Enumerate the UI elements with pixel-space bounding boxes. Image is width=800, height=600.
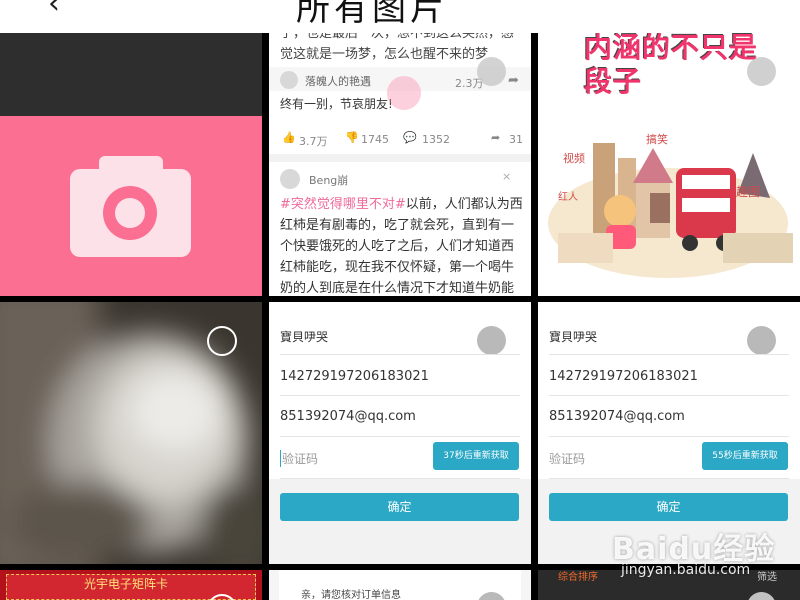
select-circle[interactable] — [207, 326, 237, 356]
filter-tab: 筛选 — [757, 572, 777, 583]
tag-red: 红人 — [558, 192, 578, 203]
image-thumb-comic[interactable]: 内涵的不只是段子 视频 搞笑 红人 趣图 — [538, 33, 800, 296]
resend-code-button[interactable]: 55秒后重新获取 — [702, 442, 788, 470]
dislike-icon: 👎 — [345, 131, 359, 144]
comment-icon: 💬 — [403, 131, 417, 144]
code-input[interactable]: 验证码 — [280, 450, 382, 467]
author-avatar — [280, 169, 300, 189]
id-number-field: 142729197206183021 — [280, 369, 429, 384]
top-bar: ‹ 所有图片 — [0, 0, 800, 33]
comic-headline: 内涵的不只是段子 — [584, 33, 759, 98]
dislike-count: 1745 — [361, 133, 389, 146]
image-thumb-banner[interactable]: 光宇电子矩阵卡 — [0, 570, 262, 600]
select-circle[interactable] — [747, 326, 776, 355]
confirm-button[interactable]: 确定 — [549, 493, 788, 521]
confirm-button[interactable]: 确定 — [280, 493, 519, 521]
camera-tile[interactable] — [0, 33, 262, 296]
share-count: 31 — [509, 133, 523, 146]
comment-author: 落魄人的艳遇 — [305, 75, 371, 88]
comment-count: 1352 — [422, 133, 450, 146]
share-icon-2: ➦ — [491, 131, 501, 144]
order-prompt: 亲，请您核对订单信息 — [301, 590, 401, 600]
image-thumb-order[interactable]: 亲，请您核对订单信息 — [269, 570, 531, 600]
post-body: #突然觉得哪里不对#以前，人们都认为西红柿是有剧毒的，吃了就会死，直到有一个快要… — [280, 194, 525, 296]
comment-text: 终有一别，节哀朋友! — [280, 97, 393, 111]
page-title: 所有图片 — [296, 0, 448, 29]
email-field: 851392074@qq.com — [549, 409, 685, 424]
close-icon[interactable]: × — [502, 170, 511, 183]
camera-tile-top — [0, 33, 262, 116]
email-field: 851392074@qq.com — [280, 409, 416, 424]
post-hashtag: #突然觉得哪里不对# — [280, 197, 406, 212]
select-circle[interactable] — [477, 57, 506, 86]
image-thumb-post[interactable]: 子，也是最后一次，想不到这么突然，感觉这就是一场梦，怎么也醒不来的梦 落魄人的艳… — [269, 33, 531, 296]
banner-title: 光宇电子矩阵卡 — [84, 577, 169, 591]
watermark-url: jingyan.baidu.com — [621, 562, 751, 578]
image-thumb-photo[interactable] — [0, 302, 262, 564]
avatar — [280, 71, 298, 89]
select-circle[interactable] — [747, 57, 776, 86]
tag-video: 视频 — [563, 152, 585, 165]
like-icon: 👍 — [282, 131, 296, 144]
resend-code-button[interactable]: 37秒后重新获取 — [433, 442, 519, 470]
share-icon: ➦ — [508, 73, 519, 88]
back-button[interactable]: ‹ — [48, 0, 60, 21]
id-number-field: 142729197206183021 — [549, 369, 698, 384]
like-count: 3.7万 — [299, 135, 328, 148]
select-circle[interactable] — [477, 326, 506, 355]
sort-tab: 综合排序 — [558, 572, 598, 583]
tag-joke: 搞笑 — [646, 133, 668, 146]
camera-tile-body — [0, 116, 262, 296]
tag-fun: 趣图 — [736, 185, 761, 199]
badge-icon — [387, 76, 421, 110]
image-thumb-form-a[interactable]: 寶貝吚哭 142729197206183021 851392074@qq.com… — [269, 302, 531, 564]
camera-icon — [70, 156, 191, 257]
post-author: Beng崩 — [309, 174, 349, 187]
